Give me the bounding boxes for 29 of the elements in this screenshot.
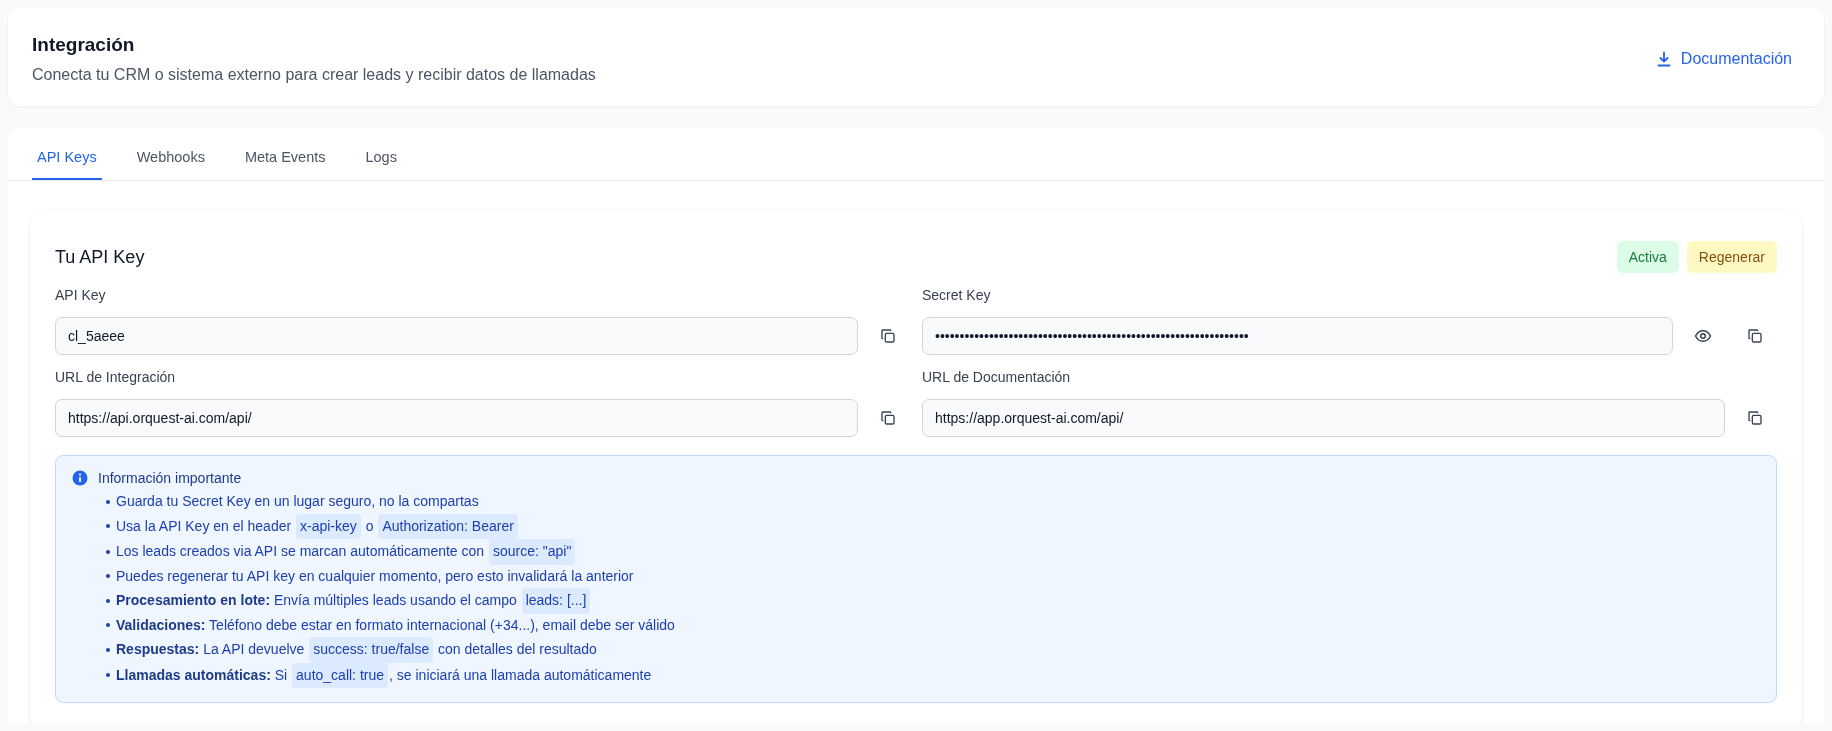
text-field[interactable]: cl_5aeee — [55, 317, 858, 355]
tab[interactable]: Meta Events — [239, 128, 331, 180]
documentation-link[interactable]: Documentación — [1655, 50, 1792, 68]
info-item: Puedes regenerar tu API key en cualquier momento, pero esto invalidará la anterior — [106, 564, 1760, 588]
tab[interactable]: API Keys — [32, 128, 102, 180]
card-title: Tu API Key — [55, 246, 145, 268]
download-icon — [1655, 51, 1672, 67]
field-label: URL de Integración — [55, 369, 177, 385]
text-field[interactable]: https://app.orquest-ai.com/api/ — [922, 399, 1725, 437]
info-item: Usa la API Key en el header x-api-key o Authorization: Bearer — [106, 513, 1760, 539]
page-subtitle: Conecta tu CRM o sistema externo para crear leads y recibir datos de llamadas — [32, 66, 596, 84]
info-item: Llamadas automáticas: Si auto_call: true , se iniciará una llamada automáticamente — [106, 662, 1760, 688]
field-label: API Key — [55, 287, 107, 303]
info-item: Guarda tu Secret Key en un lugar seguro, no la compartas — [106, 490, 1760, 514]
info-item: Validaciones: Teléfono debe estar en formato internacional (+34...), email debe ser válido — [106, 613, 1760, 637]
info-icon — [72, 470, 88, 486]
info-title: Información importante — [98, 470, 242, 486]
info-item: Los leads creados via API se marcan automáticamente con source: "api" — [106, 539, 1760, 565]
status-badge: Activa — [1616, 241, 1679, 273]
page-title: Integración — [32, 34, 136, 56]
regenerate-button[interactable]: Regenerar — [1686, 241, 1777, 273]
field-label: Secret Key — [922, 287, 992, 303]
info-item: Procesamiento en lote: Envía múltiples leads usando el campo leads: [...] — [106, 588, 1760, 614]
text-field[interactable]: https://api.orquest-ai.com/api/ — [55, 399, 858, 437]
tab[interactable]: Logs — [360, 128, 402, 180]
text-field[interactable]: •••••••••••••••••••••••••••••••••••••••••••••••••••••••••••••••• — [922, 317, 1673, 355]
tab[interactable]: Webhooks — [131, 128, 210, 180]
info-item: Respuestas: La API devuelve success: true/false con detalles del resultado — [106, 637, 1760, 663]
field-label: URL de Documentación — [922, 369, 1072, 385]
